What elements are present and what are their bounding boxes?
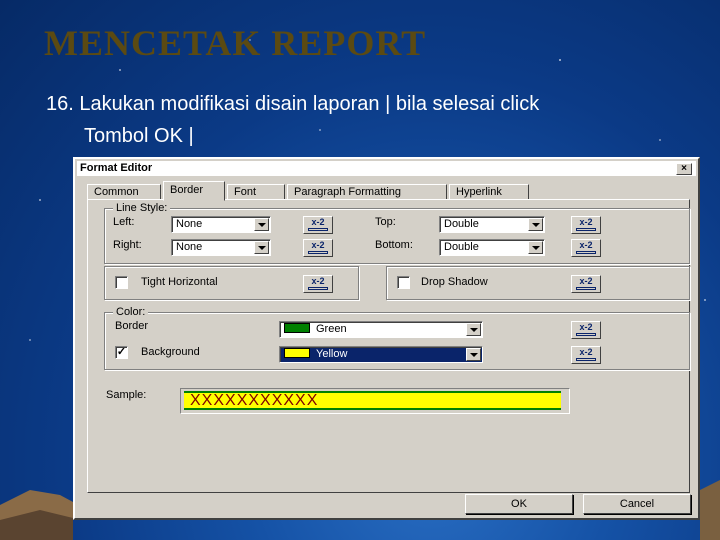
color-legend: Color: (113, 306, 149, 318)
border-color-value: Green (284, 323, 347, 336)
background-color-select[interactable]: Yellow (279, 346, 483, 363)
border-color-label: Border (115, 320, 149, 332)
close-icon[interactable]: × (676, 163, 692, 175)
background-color-formula-button[interactable]: x-2 (571, 346, 601, 364)
top-line-style-select[interactable]: Double (439, 216, 545, 233)
background-label: Background (141, 346, 200, 358)
tight-horizontal-formula-button[interactable]: x-2 (303, 275, 333, 293)
formula-icon: x-2 (311, 240, 325, 250)
bottom-label: Bottom: (375, 239, 413, 251)
chevron-down-icon[interactable] (466, 323, 481, 336)
top-label: Top: (375, 216, 396, 228)
border-color-formula-button[interactable]: x-2 (571, 321, 601, 339)
formula-icon: x-2 (579, 276, 593, 286)
formula-icon: x-2 (579, 347, 593, 357)
tight-horizontal-checkbox[interactable] (115, 276, 128, 289)
sample-preview-fill: XXXXXXXXXXX (184, 391, 561, 410)
right-label: Right: (113, 239, 142, 251)
sample-text: XXXXXXXXXXX (190, 392, 319, 409)
instruction-line-2: Tombol OK | (84, 125, 194, 147)
top-line-style-value: Double (444, 218, 479, 230)
drop-shadow-group: Drop Shadow x-2 (386, 266, 690, 300)
background-color-text: Yellow (316, 348, 348, 360)
formula-icon: x-2 (579, 217, 593, 227)
right-formula-button[interactable]: x-2 (303, 239, 333, 257)
format-editor-dialog: Format Editor × Common Border Font Parag… (73, 157, 700, 520)
formula-icon: x-2 (311, 276, 325, 286)
sample-preview: XXXXXXXXXXX (180, 388, 570, 414)
tight-horizontal-group: Tight Horizontal x-2 (104, 266, 359, 300)
tab-border[interactable]: Border (163, 181, 225, 201)
bottom-line-style-select[interactable]: Double (439, 239, 545, 256)
background-color-value: Yellow (284, 348, 347, 361)
border-tab-panel: Line Style: Left: None x-2 Right: None x… (87, 199, 690, 493)
color-group: Color: Border Green x-2 ✓ Background Yel… (104, 306, 690, 370)
left-label: Left: (113, 216, 135, 228)
slide-instruction: 16. Lakukan modifikasi disain laporan | … (46, 88, 686, 152)
chevron-down-icon[interactable] (254, 218, 269, 231)
formula-icon: x-2 (579, 240, 593, 250)
dialog-title: Format Editor (80, 162, 153, 174)
tab-font[interactable]: Font (227, 184, 285, 200)
tab-hyperlink[interactable]: Hyperlink (449, 184, 529, 200)
drop-shadow-formula-button[interactable]: x-2 (571, 275, 601, 293)
line-style-group: Line Style: Left: None x-2 Right: None x… (104, 202, 690, 264)
background-color-swatch (284, 348, 310, 358)
instruction-line-1: 16. Lakukan modifikasi disain laporan | … (46, 93, 540, 115)
tight-horizontal-label: Tight Horizontal (141, 276, 218, 288)
drop-shadow-checkbox[interactable] (397, 276, 410, 289)
left-line-style-value: None (176, 218, 203, 230)
bottom-formula-button[interactable]: x-2 (571, 239, 601, 257)
formula-icon: x-2 (579, 322, 593, 332)
chevron-down-icon[interactable] (528, 218, 543, 231)
formula-icon: x-2 (311, 217, 325, 227)
border-color-text: Green (316, 323, 347, 335)
slide-title: MENCETAK REPORT (44, 23, 427, 63)
border-color-swatch (284, 323, 310, 333)
bottom-line-style-value: Double (444, 241, 479, 253)
dialog-titlebar: Format Editor × (77, 161, 696, 176)
left-formula-button[interactable]: x-2 (303, 216, 333, 234)
top-formula-button[interactable]: x-2 (571, 216, 601, 234)
chevron-down-icon[interactable] (528, 241, 543, 254)
chevron-down-icon[interactable] (466, 348, 481, 361)
tab-paragraph-formatting[interactable]: Paragraph Formatting (287, 184, 447, 200)
left-line-style-select[interactable]: None (171, 216, 271, 233)
line-style-legend: Line Style: (113, 202, 171, 214)
sample-label: Sample: (106, 389, 147, 401)
chevron-down-icon[interactable] (254, 241, 269, 254)
right-line-style-value: None (176, 241, 203, 253)
right-line-style-select[interactable]: None (171, 239, 271, 256)
background-checkbox[interactable]: ✓ (115, 346, 128, 359)
cancel-button[interactable]: Cancel (583, 494, 691, 514)
tab-common[interactable]: Common (87, 184, 161, 200)
drop-shadow-label: Drop Shadow (421, 276, 488, 288)
border-color-select[interactable]: Green (279, 321, 483, 338)
ok-button[interactable]: OK (465, 494, 573, 514)
